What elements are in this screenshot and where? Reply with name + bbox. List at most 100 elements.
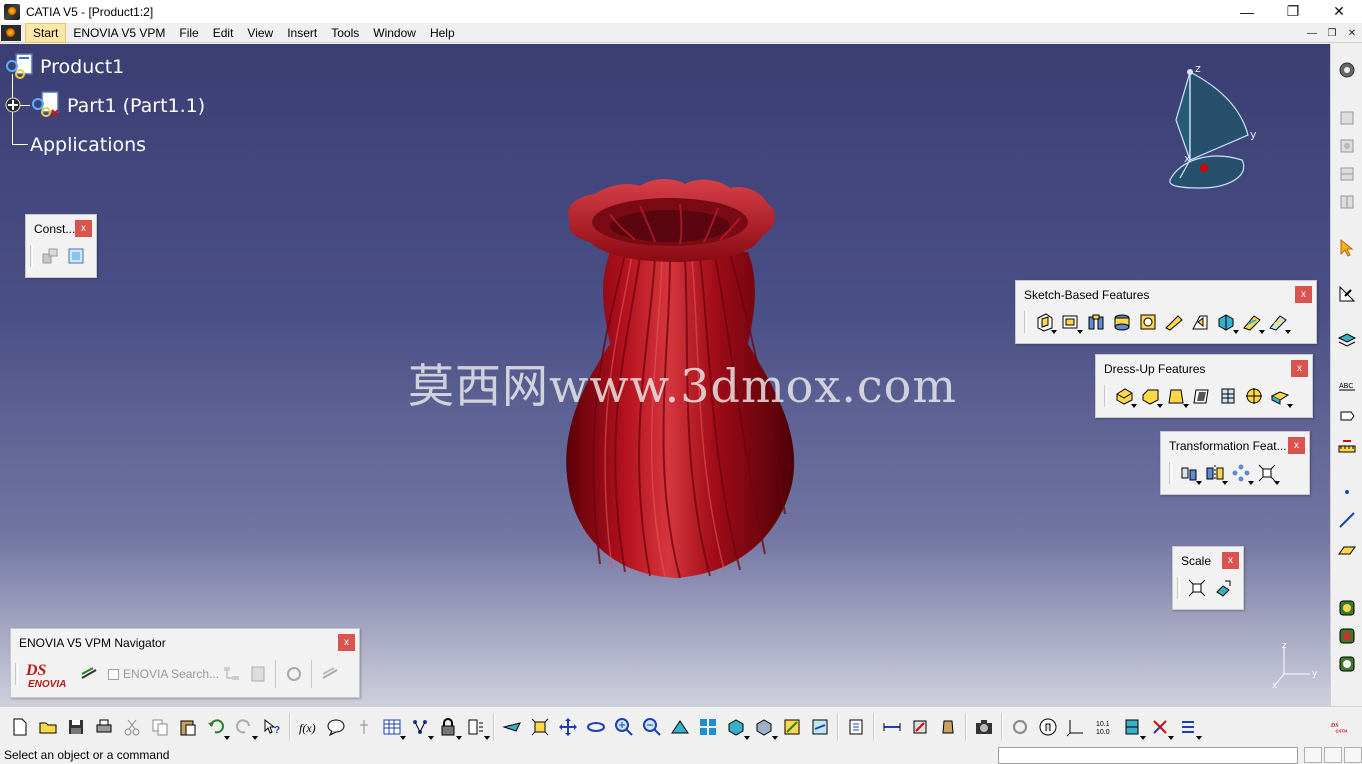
insert-product-icon[interactable] [1335, 190, 1359, 214]
new-file-icon[interactable] [6, 713, 34, 741]
hand-cursor-icon[interactable] [1034, 713, 1062, 741]
constraints-toolbar[interactable]: Const... x [25, 214, 97, 278]
part-body-icon[interactable] [1335, 106, 1359, 130]
menu-tools[interactable]: Tools [324, 23, 366, 43]
fly-mode-icon[interactable] [498, 713, 526, 741]
doc-close-button[interactable]: ✕ [1342, 23, 1362, 43]
thickness-icon[interactable] [1215, 383, 1241, 409]
sketch-based-toolbar-close[interactable]: x [1295, 286, 1312, 303]
pan-icon[interactable] [554, 713, 582, 741]
fit-all-icon[interactable] [526, 713, 554, 741]
save-icon[interactable] [62, 713, 90, 741]
edge-fillet-icon[interactable] [1111, 383, 1137, 409]
enovia-logo[interactable]: DS ENOVIA [22, 657, 72, 691]
menu-insert[interactable]: Insert [280, 23, 324, 43]
measure-between-icon[interactable] [878, 713, 906, 741]
multi-view-icon[interactable] [694, 713, 722, 741]
remove-face-icon[interactable] [1267, 383, 1293, 409]
iso-view-icon[interactable] [722, 713, 750, 741]
menu-view[interactable]: View [240, 23, 280, 43]
menu-file[interactable]: File [172, 23, 205, 43]
toolbar-grip[interactable] [1024, 311, 1027, 333]
sketcher-icon[interactable] [1335, 282, 1359, 306]
3d-viewport[interactable]: Product1 Part1 (Part1.1) Applications 莫西… [0, 44, 1330, 706]
mirror-icon[interactable] [1202, 460, 1228, 486]
enovia-search-field[interactable]: ENOVIA Search... [108, 667, 219, 681]
assembly-icon[interactable] [1335, 134, 1359, 158]
print-icon[interactable] [90, 713, 118, 741]
groove-icon[interactable] [1109, 309, 1135, 335]
rib-icon[interactable] [1161, 309, 1187, 335]
inertia-icon[interactable] [934, 713, 962, 741]
shading-icon[interactable] [750, 713, 778, 741]
affinity-icon[interactable] [1210, 575, 1236, 601]
whats-this-icon[interactable]: ? [258, 713, 286, 741]
constraints-toolbar-close[interactable]: x [75, 220, 92, 237]
compass-widget[interactable]: z y x [1160, 60, 1260, 200]
gear-icon[interactable] [1335, 58, 1359, 82]
line-icon[interactable] [1335, 508, 1359, 532]
dress-up-features-toolbar[interactable]: Dress-Up Features x [1095, 354, 1313, 418]
hierarchy-icon[interactable] [350, 713, 378, 741]
constraint-icon[interactable] [37, 243, 63, 269]
thread-icon[interactable] [1241, 383, 1267, 409]
scale-icon[interactable] [1184, 575, 1210, 601]
swap-space-icon[interactable] [806, 713, 834, 741]
enovia-refresh-icon[interactable] [281, 661, 307, 687]
undo-icon[interactable] [202, 713, 230, 741]
status-button-1[interactable] [1304, 747, 1322, 763]
menu-edit[interactable]: Edit [206, 23, 241, 43]
draft-angle-icon[interactable] [1163, 383, 1189, 409]
redo-icon[interactable] [230, 713, 258, 741]
transformation-features-toolbar[interactable]: Transformation Feat... x [1160, 431, 1310, 495]
design-table-icon[interactable] [378, 713, 406, 741]
shaft-icon[interactable] [1083, 309, 1109, 335]
menu-start[interactable]: Start [25, 22, 67, 43]
status-button-3[interactable] [1344, 747, 1362, 763]
render-icon[interactable] [1335, 652, 1359, 676]
cut-icon[interactable] [118, 713, 146, 741]
catalog-icon[interactable] [842, 713, 870, 741]
units-icon[interactable]: 10.1 10.0 [1090, 713, 1118, 741]
update-icon[interactable] [1006, 713, 1034, 741]
comment-icon[interactable] [322, 713, 350, 741]
lock-icon[interactable] [434, 713, 462, 741]
stiffener-icon[interactable] [1213, 309, 1239, 335]
constraint-box-icon[interactable] [63, 243, 89, 269]
dress-up-toolbar-close[interactable]: x [1291, 360, 1308, 377]
pad-icon[interactable] [1031, 309, 1057, 335]
command-input[interactable] [998, 747, 1298, 764]
enovia-tree-icon[interactable] [219, 661, 245, 687]
minimize-button[interactable]: — [1224, 0, 1270, 23]
material-icon[interactable] [1335, 596, 1359, 620]
clash-icon[interactable] [1118, 713, 1146, 741]
text-annotation-icon[interactable]: ABC [1335, 374, 1359, 398]
formula-icon[interactable]: f(x) [294, 713, 322, 741]
pocket-icon[interactable] [1057, 309, 1083, 335]
transformation-toolbar-close[interactable]: x [1288, 437, 1305, 454]
knowledge-icon[interactable] [406, 713, 434, 741]
point-icon[interactable] [1335, 480, 1359, 504]
enovia-search-checkbox[interactable] [108, 668, 119, 680]
part-icon[interactable] [30, 90, 64, 120]
flag-note-icon[interactable] [1335, 404, 1359, 428]
hole-icon[interactable] [1135, 309, 1161, 335]
constraint-analysis-icon[interactable] [1146, 713, 1174, 741]
measure-item-icon[interactable] [906, 713, 934, 741]
translation-icon[interactable] [1176, 460, 1202, 486]
open-folder-icon[interactable] [34, 713, 62, 741]
parameters-icon[interactable] [462, 713, 490, 741]
toolbar-grip[interactable] [1177, 577, 1180, 599]
enovia-connect-icon[interactable] [76, 661, 102, 687]
rotate-icon[interactable] [582, 713, 610, 741]
product-icon[interactable] [4, 52, 36, 80]
zoom-out-icon[interactable] [638, 713, 666, 741]
status-button-2[interactable] [1324, 747, 1342, 763]
scale-toolbar-close[interactable]: x [1222, 552, 1239, 569]
component-icon[interactable] [1335, 162, 1359, 186]
slot-icon[interactable] [1187, 309, 1213, 335]
measure-icon[interactable] [1335, 436, 1359, 460]
hide-show-icon[interactable] [778, 713, 806, 741]
menu-window[interactable]: Window [366, 23, 423, 43]
toolbar-grip[interactable] [1104, 385, 1107, 407]
